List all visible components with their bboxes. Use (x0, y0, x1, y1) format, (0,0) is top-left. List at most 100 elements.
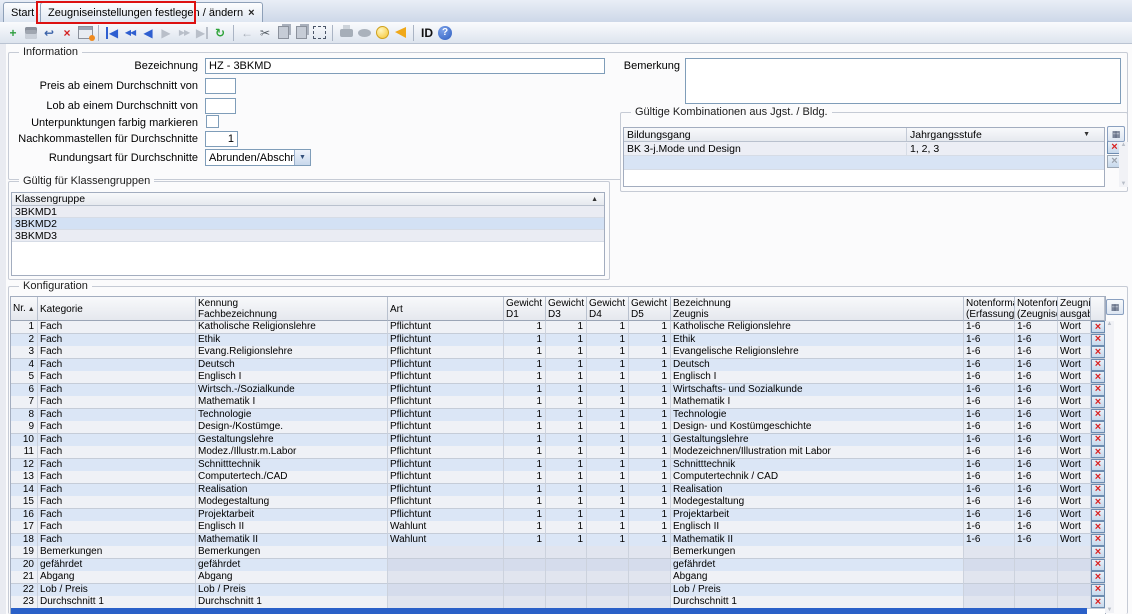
copy-icon[interactable] (274, 24, 292, 42)
delete-row-button[interactable]: × (1091, 396, 1105, 408)
delete-row-button[interactable]: × (1091, 471, 1105, 483)
cut-icon[interactable]: ✂ (256, 24, 274, 42)
konfiguration-row[interactable]: 6FachWirtsch.-/SozialkundePflichtunt1111… (11, 384, 1105, 397)
konfiguration-scrollbar[interactable]: ▲ ▼ (1105, 321, 1114, 613)
column-header-d5[interactable]: GewichtD5 (629, 297, 671, 321)
nachkommastellen-input[interactable] (205, 131, 238, 147)
previous-record-icon[interactable]: ◀ (139, 24, 157, 42)
klassengruppen-header-row[interactable]: Klassengruppe ▲ (12, 193, 604, 206)
save-icon[interactable] (22, 24, 40, 42)
kombination-row[interactable]: BK 3-j.Mode und Design1, 2, 3 (624, 142, 1104, 156)
konfiguration-row[interactable]: 22Lob / PreisLob / PreisLob / Preis× (11, 584, 1105, 597)
column-header-nf_druck[interactable]: Notenformat(Zeugnisdruck) (1015, 297, 1058, 321)
konfiguration-row[interactable]: 2FachEthikPflichtunt1111Ethik1-61-6Wort× (11, 334, 1105, 347)
new-record-icon[interactable]: + (4, 24, 22, 42)
delete-row-button[interactable]: × (1091, 359, 1105, 371)
delete-row-button[interactable]: × (1091, 559, 1105, 571)
scroll-up-icon[interactable]: ▲ (1107, 321, 1113, 327)
id-icon[interactable]: ID (418, 24, 436, 42)
preis-input[interactable] (205, 78, 236, 94)
konfiguration-row[interactable]: 13FachComputertech./CADPflichtunt1111Com… (11, 471, 1105, 484)
konfiguration-row[interactable]: 20gefährdetgefährdetgefährdet× (11, 559, 1105, 572)
delete-row-button[interactable]: × (1091, 521, 1105, 533)
first-record-icon[interactable]: ◀ (103, 24, 121, 42)
delete-row-button[interactable]: × (1091, 571, 1105, 583)
bemerkung-textarea[interactable] (685, 58, 1121, 104)
rundungsart-select[interactable]: Abrunden/Abschneiden ▼ (205, 149, 311, 166)
klassengruppen-sort-icon[interactable]: ▲ (591, 196, 598, 203)
delete-row-button[interactable]: × (1091, 421, 1105, 433)
kombinationen-col-jahrgangsstufe[interactable]: Jahrgangsstufe (907, 128, 1083, 141)
klassengruppe-row[interactable]: 3BKMD2 (12, 218, 604, 230)
delete-row-button[interactable]: × (1091, 546, 1105, 558)
delete-row-button[interactable]: × (1091, 371, 1105, 383)
next-page-icon[interactable]: ▶▶ (175, 24, 193, 42)
klassengruppe-row[interactable]: 3BKMD1 (12, 206, 604, 218)
column-header-art[interactable]: Art (388, 297, 504, 321)
delete-row-button[interactable]: × (1091, 446, 1105, 458)
klassengruppe-row[interactable]: 3BKMD3 (12, 230, 604, 242)
hint-icon[interactable] (373, 24, 391, 42)
scroll-down-icon[interactable]: ▼ (1107, 607, 1113, 613)
konfiguration-row[interactable]: 1FachKatholische ReligionslehrePflichtun… (11, 321, 1105, 334)
refresh-icon[interactable]: ↻ (211, 24, 229, 42)
delete-row-button[interactable]: × (1091, 534, 1105, 546)
column-header-nf_erfassung[interactable]: Notenformat(Erfassung) (964, 297, 1015, 321)
konfiguration-row[interactable]: 17FachEnglisch IIWahlunt1111Englisch II1… (11, 521, 1105, 534)
konfiguration-row[interactable]: 3FachEvang.ReligionslehrePflichtunt1111E… (11, 346, 1105, 359)
next-record-icon[interactable]: ▶ (157, 24, 175, 42)
column-header-d4[interactable]: GewichtD4 (587, 297, 629, 321)
konfiguration-row[interactable]: 7FachMathematik IPflichtunt1111Mathemati… (11, 396, 1105, 409)
export-icon[interactable] (355, 24, 373, 42)
delete-icon[interactable]: × (58, 24, 76, 42)
delete-row-button[interactable]: × (1091, 509, 1105, 521)
column-header-kategorie[interactable]: Kategorie (38, 297, 196, 321)
delete-row-button[interactable]: × (1091, 459, 1105, 471)
kombination-row[interactable] (624, 156, 1104, 170)
select-region-icon[interactable] (310, 24, 328, 42)
print-icon[interactable] (337, 24, 355, 42)
column-header-bezeichnung[interactable]: BezeichnungZeugnis (671, 297, 964, 321)
last-record-icon[interactable]: ▶ (193, 24, 211, 42)
unterpunktungen-checkbox[interactable] (206, 115, 219, 128)
konfiguration-grid-settings-button[interactable]: ▦ (1106, 299, 1124, 315)
lob-input[interactable] (205, 98, 236, 114)
konfiguration-row[interactable]: 19BemerkungenBemerkungenBemerkungen× (11, 546, 1105, 559)
delete-row-button[interactable]: × (1091, 434, 1105, 446)
notification-icon[interactable] (391, 24, 409, 42)
konfiguration-row[interactable]: 8FachTechnologiePflichtunt1111Technologi… (11, 409, 1105, 422)
rundungsart-dropdown-icon[interactable]: ▼ (294, 150, 310, 165)
delete-row-button[interactable]: × (1091, 321, 1105, 333)
back-icon[interactable]: ← (238, 24, 256, 42)
konfiguration-row[interactable]: 10FachGestaltungslehrePflichtunt1111Gest… (11, 434, 1105, 447)
konfiguration-row[interactable]: 11FachModez./Illustr.m.LaborPflichtunt11… (11, 446, 1105, 459)
undo-icon[interactable]: ↩ (40, 24, 58, 42)
column-header-nr[interactable]: Nr. ▲ (11, 297, 38, 321)
delete-row-button[interactable]: × (1091, 384, 1105, 396)
delete-row-button[interactable]: × (1091, 346, 1105, 358)
form-properties-icon[interactable] (76, 24, 94, 42)
kombinationen-sort-icon[interactable]: ▼ (1083, 131, 1104, 138)
konfiguration-row[interactable]: 4FachDeutschPflichtunt1111Deutsch1-61-6W… (11, 359, 1105, 372)
column-header-kennung[interactable]: KennungFachbezeichnung (196, 297, 388, 321)
delete-row-button[interactable]: × (1091, 484, 1105, 496)
konfiguration-row[interactable]: 16FachProjektarbeitPflichtunt1111Projekt… (11, 509, 1105, 522)
delete-row-button[interactable]: × (1091, 584, 1105, 596)
help-icon[interactable]: ? (436, 24, 454, 42)
delete-row-button[interactable]: × (1091, 596, 1105, 608)
scroll-down-icon[interactable]: ▼ (1121, 181, 1127, 187)
konfiguration-row[interactable]: 12FachSchnitttechnikPflichtunt1111Schnit… (11, 459, 1105, 472)
kombinationen-grid-settings-button[interactable]: ▦ (1107, 126, 1125, 142)
delete-row-button[interactable]: × (1091, 409, 1105, 421)
kombinationen-scrollbar[interactable]: ▲ ▼ (1119, 142, 1128, 187)
delete-row-button[interactable]: × (1091, 334, 1105, 346)
konfiguration-row[interactable]: 21AbgangAbgangAbgang× (11, 571, 1105, 584)
column-header-d1[interactable]: GewichtD1 (504, 297, 546, 321)
delete-row-button[interactable]: × (1091, 496, 1105, 508)
scroll-up-icon[interactable]: ▲ (1121, 142, 1127, 148)
konfiguration-row[interactable]: 5FachEnglisch IPflichtunt1111Englisch I1… (11, 371, 1105, 384)
previous-page-icon[interactable]: ◀◀ (121, 24, 139, 42)
tab-zeugniseinstellungen[interactable]: Zeugniseinstellungen festlegen / ändern … (40, 2, 263, 22)
column-header-ausgabe[interactable]: Zeugnis-ausgabe (1058, 297, 1091, 321)
konfiguration-row[interactable]: 23Durchschnitt 1Durchschnitt 1Durchschni… (11, 596, 1105, 609)
